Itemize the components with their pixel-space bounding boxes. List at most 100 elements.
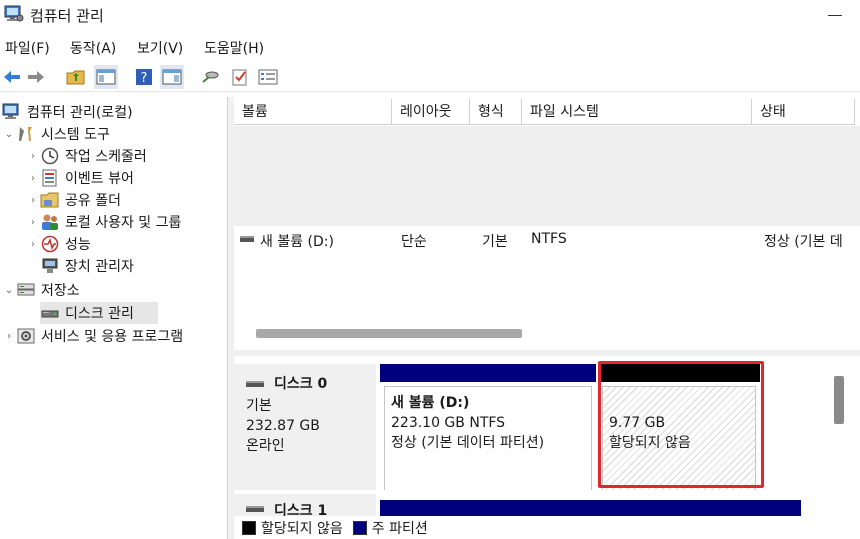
disk-drive-icon bbox=[240, 236, 254, 242]
tree-item-computer-management[interactable]: 컴퓨터 관리(로컬) bbox=[2, 101, 133, 123]
menu-file[interactable]: 파일(F) bbox=[5, 38, 50, 58]
partition-new-volume-d[interactable]: 새 볼륨 (D:) 223.10 GB NTFS 정상 (기본 데이터 파티션) bbox=[380, 364, 596, 492]
disk-drive-icon bbox=[246, 381, 264, 387]
partition-color-bar bbox=[380, 364, 596, 382]
storage-icon bbox=[16, 281, 36, 299]
help-icon[interactable]: ? bbox=[132, 65, 156, 89]
tree-label: 성능 bbox=[65, 237, 91, 253]
partition-body[interactable]: 새 볼륨 (D:) 223.10 GB NTFS 정상 (기본 데이터 파티션) bbox=[384, 386, 592, 492]
tree-item-event-viewer[interactable]: › 이벤트 뷰어 bbox=[26, 167, 134, 189]
legend-swatch-unallocated bbox=[242, 520, 256, 535]
partition-color-bar bbox=[598, 364, 760, 382]
window-title: 컴퓨터 관리 bbox=[30, 7, 104, 25]
chevron-right-icon[interactable]: › bbox=[26, 217, 40, 228]
tree-item-system-tools[interactable]: ⌄ 시스템 도구 bbox=[2, 123, 110, 145]
up-folder-icon[interactable] bbox=[64, 65, 88, 89]
computer-icon bbox=[2, 103, 22, 121]
partition-status: 정상 (기본 데이터 파티션) bbox=[391, 435, 545, 451]
disk-type: 기본 bbox=[246, 398, 272, 414]
volume-name-cell: 새 볼륨 (D:) bbox=[260, 234, 334, 250]
column-header-volume[interactable]: 볼륨 bbox=[234, 99, 392, 125]
chevron-right-icon[interactable]: › bbox=[26, 151, 40, 162]
volume-status-cell: 정상 (기본 데 bbox=[764, 234, 843, 250]
tree-item-services-applications[interactable]: › 서비스 및 응용 프로그램 bbox=[2, 325, 183, 347]
properties-checklist-icon[interactable] bbox=[228, 65, 252, 89]
partition-name: 새 볼륨 (D:) bbox=[391, 395, 470, 411]
tree-item-device-manager[interactable]: 장치 관리자 bbox=[40, 255, 134, 277]
chevron-right-icon[interactable]: › bbox=[26, 173, 40, 184]
horizontal-scrollbar-thumb[interactable] bbox=[256, 329, 522, 338]
tree-label: 서비스 및 응용 프로그램 bbox=[41, 329, 184, 345]
tree-label: 시스템 도구 bbox=[41, 127, 110, 143]
back-arrow-icon[interactable] bbox=[0, 65, 24, 89]
clock-icon bbox=[40, 147, 60, 165]
device-manager-icon bbox=[40, 257, 60, 275]
tree-label: 장치 관리자 bbox=[65, 259, 134, 275]
disk-drive-icon bbox=[246, 506, 264, 512]
tree-label: 컴퓨터 관리(로컬) bbox=[27, 105, 133, 121]
legend: 할당되지 않음 주 파티션 bbox=[234, 516, 860, 539]
legend-label-unallocated: 할당되지 않음 bbox=[261, 520, 343, 537]
tree-label: 저장소 bbox=[41, 283, 80, 299]
volume-list: 볼륨 레이아웃 형식 파일 시스템 상태 새 볼륨 (D:) 단순 기본 NTF… bbox=[234, 97, 860, 350]
tree-item-disk-management[interactable]: 디스크 관리 bbox=[40, 302, 158, 324]
services-icon bbox=[16, 327, 36, 345]
shared-folder-icon bbox=[40, 191, 60, 209]
chevron-right-icon[interactable]: › bbox=[2, 331, 16, 342]
partition-size: 223.10 GB NTFS bbox=[391, 415, 506, 431]
console-tree: 컴퓨터 관리(로컬) ⌄ 시스템 도구 › 작업 스케줄러 › 이벤트 뷰어 ›… bbox=[0, 97, 228, 539]
column-header-file-system[interactable]: 파일 시스템 bbox=[522, 99, 752, 125]
disk-drive-icon bbox=[40, 304, 60, 322]
volume-layout-cell: 단순 bbox=[401, 234, 427, 250]
partition-status: 할당되지 않음 bbox=[609, 435, 691, 451]
tree-label: 작업 스케줄러 bbox=[65, 149, 147, 165]
column-header-layout[interactable]: 레이아웃 bbox=[392, 99, 470, 125]
minimize-button[interactable] bbox=[828, 15, 842, 16]
title-bar: 컴퓨터 관리 bbox=[0, 0, 860, 32]
legend-swatch-primary bbox=[352, 520, 367, 535]
volume-type-cell: 기본 bbox=[482, 234, 508, 250]
disk-0-info[interactable]: 디스크 0 기본 232.87 GB 온라인 bbox=[234, 364, 376, 492]
chevron-right-icon[interactable]: › bbox=[26, 239, 40, 250]
event-viewer-icon bbox=[40, 169, 60, 187]
disk-name: 디스크 0 bbox=[274, 376, 328, 392]
disk-size: 232.87 GB bbox=[246, 418, 320, 434]
chevron-right-icon[interactable]: › bbox=[26, 195, 40, 206]
disk-0-row: 디스크 0 기본 232.87 GB 온라인 새 볼륨 (D:) 223.10 … bbox=[234, 364, 807, 492]
show-hide-console-tree-icon[interactable] bbox=[94, 65, 118, 89]
chevron-down-icon[interactable]: ⌄ bbox=[2, 129, 16, 140]
column-header-status[interactable]: 상태 bbox=[752, 99, 855, 125]
computer-management-icon bbox=[4, 5, 24, 23]
list-view-icon[interactable] bbox=[256, 65, 280, 89]
partition-body[interactable]: 9.77 GB 할당되지 않음 bbox=[602, 386, 756, 492]
legend-label-primary: 주 파티션 bbox=[371, 520, 428, 537]
tree-item-task-scheduler[interactable]: › 작업 스케줄러 bbox=[26, 145, 147, 167]
tools-icon bbox=[16, 125, 36, 143]
column-header-type[interactable]: 형식 bbox=[470, 99, 522, 125]
partition-unallocated[interactable]: 9.77 GB 할당되지 않음 bbox=[598, 364, 760, 492]
connect-icon[interactable] bbox=[198, 65, 222, 89]
menu-action[interactable]: 동작(A) bbox=[70, 38, 116, 58]
table-row[interactable]: 새 볼륨 (D:) 단순 기본 NTFS 정상 (기본 데 bbox=[234, 229, 860, 251]
chevron-down-icon[interactable]: ⌄ bbox=[2, 285, 16, 296]
forward-arrow-icon[interactable] bbox=[24, 65, 48, 89]
performance-icon bbox=[40, 235, 60, 253]
tree-item-performance[interactable]: › 성능 bbox=[26, 233, 91, 255]
tree-label: 로컬 사용자 및 그룹 bbox=[65, 215, 182, 231]
toolbar: ? bbox=[0, 62, 860, 92]
show-hide-action-pane-icon[interactable] bbox=[160, 65, 184, 89]
tree-item-shared-folders[interactable]: › 공유 폴더 bbox=[26, 189, 121, 211]
tree-label: 공유 폴더 bbox=[65, 193, 121, 209]
tree-item-local-users-groups[interactable]: › 로컬 사용자 및 그룹 bbox=[26, 211, 181, 233]
partition-size: 9.77 GB bbox=[609, 415, 666, 431]
svg-text:?: ? bbox=[141, 71, 148, 86]
tree-label: 디스크 관리 bbox=[65, 306, 134, 322]
volume-fs-cell: NTFS bbox=[531, 231, 567, 247]
tree-item-storage[interactable]: ⌄ 저장소 bbox=[2, 279, 80, 301]
users-icon bbox=[40, 213, 60, 231]
vertical-scrollbar-thumb[interactable] bbox=[834, 376, 844, 424]
disk-state: 온라인 bbox=[246, 438, 285, 454]
menu-view[interactable]: 보기(V) bbox=[137, 38, 183, 58]
list-gray-area bbox=[234, 126, 860, 226]
menu-help[interactable]: 도움말(H) bbox=[204, 38, 264, 58]
